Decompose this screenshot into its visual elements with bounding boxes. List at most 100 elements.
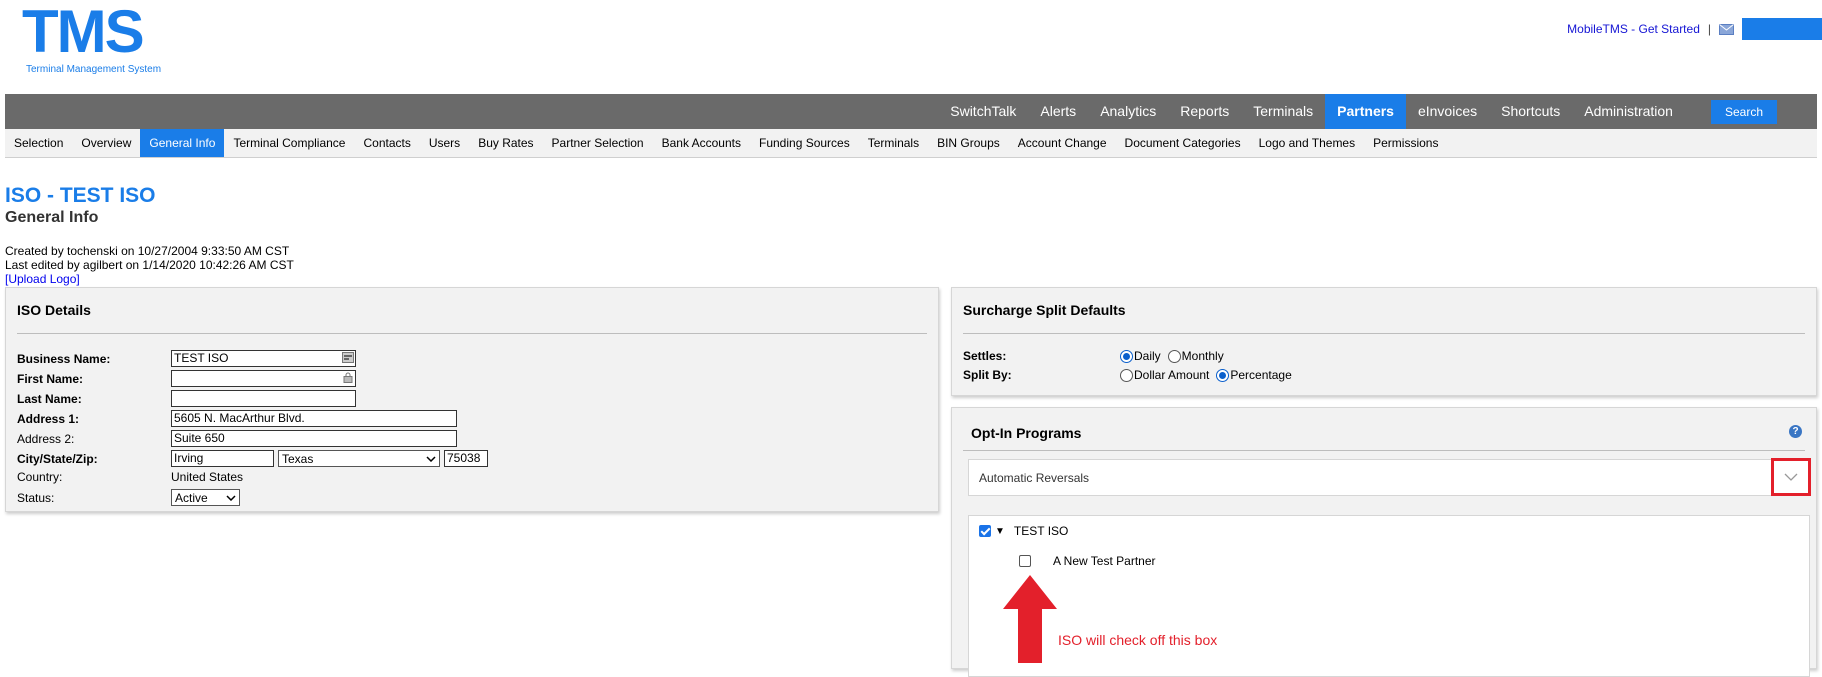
tab-terminals[interactable]: Terminals bbox=[859, 129, 928, 157]
zip-input[interactable]: 75038 bbox=[444, 450, 488, 467]
separator: | bbox=[1707, 22, 1711, 36]
settles-daily-label: Daily bbox=[1134, 349, 1161, 363]
country-label: Country: bbox=[17, 470, 63, 484]
tab-bank-accounts[interactable]: Bank Accounts bbox=[653, 129, 750, 157]
tab-selection[interactable]: Selection bbox=[5, 129, 72, 157]
split-dollar-label: Dollar Amount bbox=[1134, 368, 1210, 382]
nav-analytics[interactable]: Analytics bbox=[1088, 94, 1168, 129]
mail-icon[interactable] bbox=[1719, 23, 1734, 35]
chevron-down-icon bbox=[226, 494, 236, 501]
tab-account-change[interactable]: Account Change bbox=[1009, 129, 1116, 157]
chevron-down-icon[interactable] bbox=[1784, 473, 1798, 481]
automatic-reversals-dropdown[interactable]: Automatic Reversals bbox=[968, 458, 1811, 496]
new-test-partner-checkbox[interactable] bbox=[1019, 555, 1031, 567]
first-name-label: First Name: bbox=[17, 371, 84, 386]
business-name-field[interactable]: TEST ISO bbox=[171, 350, 356, 367]
address1-row: Address 1: 5605 N. MacArthur Blvd. bbox=[17, 410, 457, 427]
address1-label: Address 1: bbox=[17, 411, 80, 426]
tab-contacts[interactable]: Contacts bbox=[354, 129, 419, 157]
tab-partner-selection[interactable]: Partner Selection bbox=[543, 129, 653, 157]
first-name-field[interactable] bbox=[171, 370, 356, 387]
opt-in-programs-panel: Opt-In Programs ? Automatic Reversals ▼ … bbox=[951, 407, 1817, 677]
settles-monthly-radio[interactable] bbox=[1167, 349, 1181, 363]
country-value: United States bbox=[171, 470, 244, 484]
autofill-icon bbox=[342, 352, 354, 363]
tree-parent-row: ▼ TEST ISO bbox=[979, 524, 1068, 538]
iso-details-panel: ISO Details Business Name: TEST ISO Firs… bbox=[5, 287, 939, 512]
split-percentage-label: Percentage bbox=[1230, 368, 1292, 382]
nav-switchtalk[interactable]: SwitchTalk bbox=[938, 94, 1028, 129]
logo[interactable]: TMS Terminal Management System bbox=[22, 0, 161, 76]
country-row: Country: United States bbox=[17, 470, 243, 484]
split-dollar-radio[interactable] bbox=[1120, 368, 1133, 382]
split-percentage-radio[interactable] bbox=[1216, 368, 1230, 382]
business-name-label: Business Name: bbox=[17, 351, 111, 366]
test-iso-checkbox[interactable] bbox=[979, 525, 991, 537]
tab-general-info[interactable]: General Info bbox=[140, 129, 225, 157]
address1-input[interactable]: 5605 N. MacArthur Blvd. bbox=[171, 410, 457, 427]
lock-icon bbox=[343, 372, 353, 383]
nav-terminals[interactable]: Terminals bbox=[1241, 94, 1325, 129]
address2-row: Address 2: Suite 650 bbox=[17, 430, 457, 447]
tab-buy-rates[interactable]: Buy Rates bbox=[469, 129, 542, 157]
user-account-button[interactable] bbox=[1742, 18, 1822, 40]
divider bbox=[963, 450, 1805, 451]
nav-reports[interactable]: Reports bbox=[1168, 94, 1241, 129]
settles-monthly-label: Monthly bbox=[1181, 349, 1224, 363]
tree-parent-label: TEST ISO bbox=[1013, 524, 1069, 538]
chevron-down-icon bbox=[426, 455, 436, 462]
business-name-input[interactable]: TEST ISO bbox=[171, 350, 356, 367]
nav-alerts[interactable]: Alerts bbox=[1028, 94, 1088, 129]
split-by-row: Split By: Dollar Amount Percentage bbox=[963, 368, 1292, 382]
highlight-box bbox=[1771, 458, 1811, 496]
state-select[interactable]: Texas bbox=[278, 450, 440, 467]
settles-label: Settles: bbox=[963, 349, 1007, 363]
tab-terminal-compliance[interactable]: Terminal Compliance bbox=[224, 129, 354, 157]
annotation-text: ISO will check off this box bbox=[1058, 632, 1218, 648]
upload-logo-link[interactable]: [Upload Logo] bbox=[5, 272, 80, 286]
tab-users[interactable]: Users bbox=[420, 129, 469, 157]
status-row: Status: Active bbox=[17, 489, 240, 506]
first-name-row: First Name: bbox=[17, 370, 356, 387]
tab-bin-groups[interactable]: BIN Groups bbox=[928, 129, 1009, 157]
status-label: Status: bbox=[17, 490, 55, 505]
tree-child-label: A New Test Partner bbox=[1053, 554, 1156, 568]
main-nav: SwitchTalk Alerts Analytics Reports Term… bbox=[5, 94, 1817, 129]
address2-label: Address 2: bbox=[17, 431, 75, 446]
city-state-zip-label: City/State/Zip: bbox=[17, 451, 98, 466]
first-name-input[interactable] bbox=[171, 370, 356, 387]
page-title: ISO - TEST ISO bbox=[5, 184, 156, 207]
nav-partners[interactable]: Partners bbox=[1325, 94, 1406, 129]
mobile-tms-link[interactable]: MobileTMS - Get Started bbox=[1567, 22, 1700, 36]
help-icon[interactable]: ? bbox=[1789, 425, 1802, 438]
search-button[interactable]: Search bbox=[1710, 99, 1777, 124]
nav-shortcuts[interactable]: Shortcuts bbox=[1489, 94, 1572, 129]
address2-input[interactable]: Suite 650 bbox=[171, 430, 457, 447]
divider bbox=[963, 333, 1805, 334]
city-state-zip-row: City/State/Zip: Irving Texas 75038 bbox=[17, 450, 488, 467]
nav-einvoices[interactable]: eInvoices bbox=[1406, 94, 1489, 129]
last-name-input[interactable] bbox=[171, 390, 356, 407]
state-value: Texas bbox=[282, 451, 314, 466]
business-name-row: Business Name: TEST ISO bbox=[17, 350, 356, 367]
created-info: Created by tochenski on 10/27/2004 9:33:… bbox=[5, 244, 290, 258]
automatic-reversals-label: Automatic Reversals bbox=[979, 470, 1090, 485]
nav-administration[interactable]: Administration bbox=[1572, 94, 1685, 129]
tree-child-row: A New Test Partner bbox=[1019, 554, 1156, 568]
tab-permissions[interactable]: Permissions bbox=[1364, 129, 1447, 157]
status-select[interactable]: Active bbox=[171, 489, 240, 506]
tab-document-categories[interactable]: Document Categories bbox=[1116, 129, 1250, 157]
settles-daily-radio[interactable] bbox=[1120, 349, 1133, 363]
last-name-label: Last Name: bbox=[17, 391, 82, 406]
city-input[interactable]: Irving bbox=[171, 450, 274, 467]
expand-triangle-icon[interactable]: ▼ bbox=[995, 526, 1005, 537]
divider bbox=[17, 333, 927, 334]
surcharge-split-panel: Surcharge Split Defaults Settles: Daily … bbox=[951, 287, 1817, 396]
tab-logo-and-themes[interactable]: Logo and Themes bbox=[1250, 129, 1365, 157]
logo-text: TMS bbox=[22, 0, 145, 65]
tab-funding-sources[interactable]: Funding Sources bbox=[750, 129, 859, 157]
settles-row: Settles: Daily Monthly bbox=[963, 349, 1224, 363]
opt-in-title: Opt-In Programs bbox=[971, 425, 1082, 441]
record-metadata: Created by tochenski on 10/27/2004 9:33:… bbox=[5, 244, 294, 286]
tab-overview[interactable]: Overview bbox=[72, 129, 140, 157]
